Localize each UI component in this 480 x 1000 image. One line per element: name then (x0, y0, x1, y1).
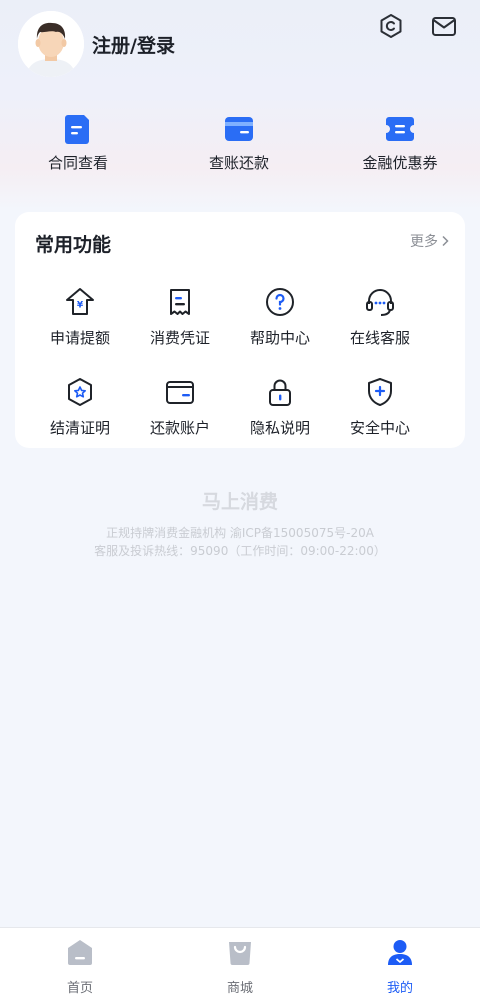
func-label: 结清证明 (49, 419, 110, 437)
tab-label: 首页 (66, 981, 93, 996)
func-receipt[interactable]: 消费凭证 (130, 286, 230, 348)
func-repay-account[interactable]: 还款账户 (130, 376, 230, 438)
tab-home[interactable]: 首页 (0, 938, 160, 996)
settings-icon[interactable] (377, 12, 405, 40)
hotline-info: 客服及投诉热线：95090（工作时间：09:00-22:00） (94, 544, 386, 558)
func-help-center[interactable]: 帮助中心 (230, 286, 330, 348)
more-link[interactable]: 更多 (410, 231, 449, 251)
tab-mine[interactable]: 我的 (320, 938, 480, 996)
quick-label: 金融优惠券 (362, 154, 438, 172)
common-functions-card: 常用功能 更多 ¥ 申请提额 消费凭证 帮助中心 在线客服 结清证明 还款账户 … (15, 212, 465, 448)
header: 注册/登录 (0, 0, 480, 100)
func-label: 消费凭证 (149, 329, 210, 347)
shield-icon (368, 378, 392, 406)
user-avatar-icon (18, 11, 84, 77)
quick-bill-repay[interactable]: 查账还款 (169, 112, 309, 173)
coupon-icon (386, 117, 414, 141)
shop-bag-icon (229, 942, 251, 965)
quick-label: 合同查看 (47, 154, 108, 172)
wallet-icon (166, 381, 194, 404)
chevron-right-icon (442, 235, 449, 247)
headset-icon (366, 289, 394, 316)
card-bill-icon (225, 117, 253, 141)
quick-coupons[interactable]: 金融优惠券 (330, 112, 470, 173)
receipt-icon (170, 289, 190, 315)
func-online-service[interactable]: 在线客服 (330, 286, 430, 348)
svg-text:¥: ¥ (77, 301, 84, 311)
func-label: 隐私说明 (249, 419, 310, 437)
more-label: 更多 (410, 234, 438, 250)
certificate-icon (68, 378, 92, 406)
license-info: 正规持牌消费金融机构 渝ICP备15005075号-20A (106, 526, 374, 540)
help-icon (266, 288, 294, 316)
func-privacy[interactable]: 隐私说明 (230, 376, 330, 438)
tab-label: 我的 (386, 981, 413, 996)
func-label: 还款账户 (149, 419, 210, 437)
bottom-tabbar: 首页 商城 我的 (0, 927, 480, 1000)
section-title: 常用功能 (35, 234, 112, 256)
func-security-center[interactable]: 安全中心 (330, 376, 430, 438)
profile-icon (388, 940, 412, 965)
mail-icon[interactable] (430, 12, 458, 40)
contract-doc-icon (65, 115, 89, 144)
quick-actions: 合同查看 查账还款 金融优惠券 (0, 112, 480, 182)
func-label: 申请提额 (49, 329, 110, 347)
func-settlement-cert[interactable]: 结清证明 (30, 376, 130, 438)
login-register-link[interactable]: 注册/登录 (92, 31, 175, 58)
tab-shop[interactable]: 商城 (160, 938, 320, 996)
func-label: 帮助中心 (249, 329, 310, 347)
func-label: 安全中心 (349, 419, 410, 437)
tab-label: 商城 (226, 981, 253, 996)
func-label: 在线客服 (349, 329, 410, 347)
quick-contract-view[interactable]: 合同查看 (8, 112, 148, 173)
avatar[interactable] (18, 11, 84, 77)
lock-icon (269, 379, 291, 406)
raise-limit-icon: ¥ (66, 288, 94, 315)
home-icon (68, 940, 92, 965)
brand-name: 马上消费 (201, 491, 278, 513)
quick-label: 查账还款 (208, 154, 269, 172)
func-raise-limit[interactable]: ¥ 申请提额 (30, 286, 130, 348)
